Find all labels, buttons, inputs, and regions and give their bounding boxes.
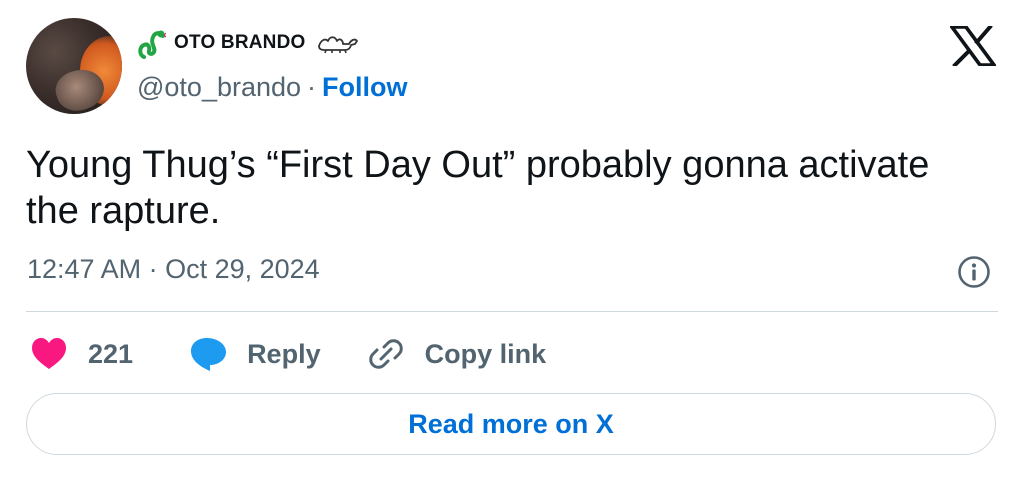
link-icon: [368, 339, 403, 369]
tweet-timestamp[interactable]: 12:47 AM · Oct 29, 2024: [27, 254, 320, 285]
heart-icon: [32, 338, 66, 369]
divider: [26, 311, 998, 312]
author-handle[interactable]: @oto_brando: [137, 72, 301, 102]
reply-bubble-icon: [191, 338, 227, 371]
x-logo-icon[interactable]: [950, 26, 996, 66]
tweet-text: Young Thug’s “First Day Out” probably go…: [26, 144, 930, 232]
camel-icon: [318, 36, 359, 54]
follow-button[interactable]: Follow: [322, 72, 407, 102]
separator-dot: ·: [307, 72, 317, 102]
copy-link-label: Copy link: [424, 338, 547, 369]
read-more-button[interactable]: Read more on X: [26, 393, 996, 455]
like-count: 221: [88, 338, 134, 369]
reply-label: Reply: [247, 338, 321, 369]
author-display-name: OTO BRANDO: [174, 32, 306, 53]
action-bar: 221 Reply Copy link: [30, 334, 546, 374]
copy-link-button[interactable]: Copy link: [367, 335, 547, 373]
like-button[interactable]: 221: [30, 337, 133, 371]
info-icon[interactable]: [957, 255, 991, 289]
author-handle-row: @oto_brando · Follow: [137, 72, 408, 103]
avatar[interactable]: [26, 18, 122, 114]
author-name-row[interactable]: OTO BRANDO: [136, 28, 361, 59]
snake-icon: [138, 30, 166, 59]
reply-button[interactable]: Reply: [189, 336, 321, 372]
